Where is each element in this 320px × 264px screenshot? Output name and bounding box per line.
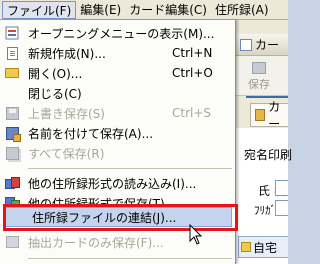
menu-item-new[interactable]: 新規作成(N)... Ctrl+N (0, 43, 234, 63)
menu-address-book[interactable]: 住所録(A) (211, 1, 273, 19)
menu-item-shortcut: Ctrl+O (172, 66, 213, 80)
menu-item-label: 閉じる(C) (28, 86, 82, 101)
menu-separator (28, 168, 232, 169)
menu-item-save-as[interactable]: 名前を付けて保存(A)... (0, 123, 234, 143)
menu-card-edit[interactable]: カード編集(C) (125, 1, 211, 19)
menu-item-label: 名前を付けて保存(A)... (28, 126, 154, 141)
document-icon (240, 38, 252, 51)
print-label: 宛名印刷 (244, 148, 293, 162)
menu-item-label: 他の住所録形式の読み込み(I)... (28, 176, 197, 191)
menu-item-shortcut: Ctrl+N (172, 46, 213, 60)
home-address-tab-label: 自宅 (253, 240, 278, 255)
card-icon (255, 109, 266, 121)
home-address-tab[interactable]: 自宅 (238, 236, 288, 258)
save-all-icon (5, 146, 19, 160)
toolbar-save-label: 保存 (248, 78, 270, 91)
menu-item-save-all[interactable]: すべて保存(R) (0, 143, 234, 163)
menu-item-close[interactable]: 閉じる(C) (0, 83, 234, 103)
save-disk-icon (5, 106, 19, 120)
menu-item-label: 住所録ファイルの連結(J)... (32, 210, 177, 225)
menu-item-open[interactable]: 開く(O)... Ctrl+O (0, 63, 234, 83)
new-document-icon (6, 46, 18, 60)
menu-item-label: すべて保存(R) (28, 146, 105, 161)
menu-bar: ファイル(F) 編集(E) カード編集(C) 住所録(A) (0, 0, 288, 20)
mouse-cursor-icon (189, 224, 203, 245)
opening-menu-icon (0, 23, 24, 43)
background-window-titlebar: カー (236, 34, 288, 56)
extract-save-icon (5, 236, 19, 248)
menu-item-label: オープニングメニューの表示(M)... (28, 26, 215, 41)
menu-item-label: 新規作成(N)... (28, 46, 106, 61)
menu-item-import-other-format[interactable]: 他の住所録形式の読み込み(I)... (0, 173, 234, 193)
furigana-field[interactable] (275, 200, 288, 216)
menu-item-save[interactable]: 上書き保存(S) Ctrl+S (0, 103, 234, 123)
menu-item-shortcut: Ctrl+S (172, 106, 212, 120)
toolbar-save-button[interactable]: 保存 (246, 62, 272, 92)
import-icon (5, 177, 20, 189)
open-folder-icon (5, 68, 19, 78)
name-field[interactable] (275, 180, 288, 196)
menu-item-show-opening-menu[interactable]: オープニングメニューの表示(M)... (0, 23, 234, 43)
menu-item-label: 開く(O)... (28, 66, 83, 81)
menu-separator (28, 258, 232, 259)
save-disk-icon (252, 62, 266, 74)
menu-item-label: 上書き保存(S) (28, 106, 105, 121)
background-window-title: カー (255, 38, 280, 52)
menu-file[interactable]: ファイル(F) (2, 0, 77, 19)
house-icon (241, 242, 251, 252)
save-as-icon (5, 126, 21, 142)
background-toolbar: 保存 (236, 56, 288, 96)
card-tab-label: カー (268, 100, 281, 131)
menu-edit[interactable]: 編集(E) (76, 1, 125, 19)
card-tab[interactable]: カー (250, 100, 288, 131)
